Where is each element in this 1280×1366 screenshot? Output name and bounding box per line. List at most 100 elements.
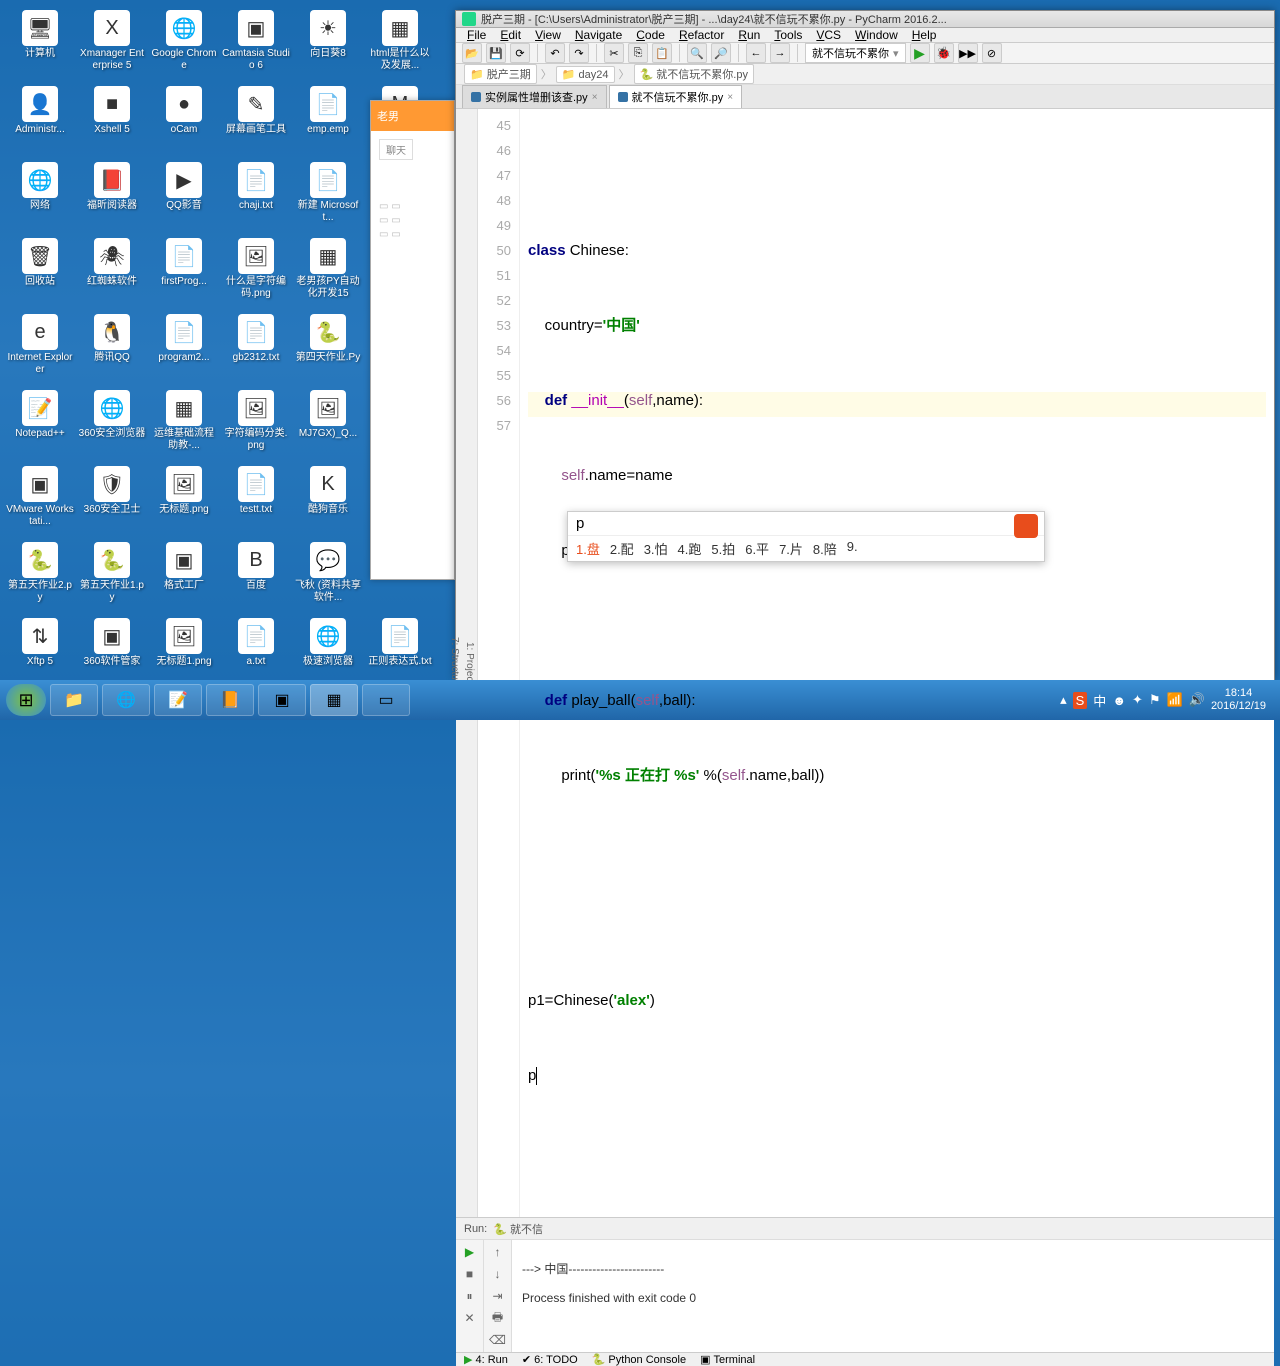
ime-candidate[interactable]: 3.怕 <box>644 539 668 558</box>
ime-candidate[interactable]: 9. <box>847 539 858 558</box>
desktop-icon[interactable]: 🌐360安全浏览器 <box>76 388 148 464</box>
desktop-icon[interactable]: eInternet Explorer <box>4 312 76 388</box>
run-tab[interactable]: ▶4: Run <box>464 1353 508 1366</box>
ime-candidate[interactable]: 4.跑 <box>678 539 702 558</box>
ime-candidate[interactable]: 8.陪 <box>813 539 837 558</box>
ime-candidate[interactable]: 7.片 <box>779 539 803 558</box>
task-chrome[interactable]: 🌐 <box>102 684 150 716</box>
desktop-icon[interactable]: 📕福昕阅读器 <box>76 160 148 236</box>
back-icon[interactable]: ← <box>746 43 766 63</box>
desktop-icon[interactable]: 🖼无标题.png <box>148 464 220 540</box>
redo-icon[interactable]: ↷ <box>569 43 589 63</box>
ime-candidate[interactable]: 6.平 <box>745 539 769 558</box>
desktop-icon[interactable]: 🖼字符编码分类.png <box>220 388 292 464</box>
breadcrumb-item[interactable]: 🐍 就不信玩不累你.py <box>634 64 754 84</box>
menu-refactor[interactable]: Refactor <box>672 28 731 42</box>
desktop-icon[interactable]: 🖼什么是字符编码.png <box>220 236 292 312</box>
desktop-icon[interactable]: 📄emp.emp <box>292 84 364 160</box>
menu-edit[interactable]: Edit <box>493 28 528 42</box>
desktop-icon[interactable]: XXmanager Enterprise 5 <box>76 8 148 84</box>
desktop-icon[interactable]: ▶QQ影音 <box>148 160 220 236</box>
desktop-icon[interactable]: ✎屏幕画笔工具 <box>220 84 292 160</box>
stop-icon[interactable]: ⊘ <box>982 43 1002 63</box>
down-icon[interactable]: ↓ <box>490 1266 506 1282</box>
editor-tab[interactable]: 就不信玩不累你.py× <box>609 85 743 108</box>
terminal-tab[interactable]: ▣ Terminal <box>700 1353 755 1366</box>
menu-window[interactable]: Window <box>848 28 905 42</box>
menu-code[interactable]: Code <box>629 28 672 42</box>
todo-tab[interactable]: ✔ 6: TODO <box>522 1353 578 1366</box>
project-tool-tab[interactable]: 1: Project <box>462 113 477 1213</box>
desktop-icon[interactable]: B百度 <box>220 540 292 616</box>
desktop-icon[interactable]: ●oCam <box>148 84 220 160</box>
desktop-icon[interactable]: ■Xshell 5 <box>76 84 148 160</box>
print-icon[interactable]: 🖶 <box>490 1310 506 1326</box>
desktop-icon[interactable]: 📄新建 Microsoft... <box>292 160 364 236</box>
editor-tab[interactable]: 实例属性增删该查.py× <box>462 85 607 108</box>
menu-navigate[interactable]: Navigate <box>568 28 629 42</box>
desktop-icon[interactable]: ▦运维基础流程助教-... <box>148 388 220 464</box>
find-icon[interactable]: 🔍 <box>687 43 707 63</box>
desktop-icon[interactable]: 🌐网络 <box>4 160 76 236</box>
run-config-select[interactable]: 就不信玩不累你 ▾ <box>805 43 906 63</box>
desktop-icon[interactable]: 🌐Google Chrome <box>148 8 220 84</box>
task-editor[interactable]: 📝 <box>154 684 202 716</box>
desktop-icon[interactable]: 📄chaji.txt <box>220 160 292 236</box>
desktop-icon[interactable]: 💬飞秋 (资料共享软件... <box>292 540 364 616</box>
menu-vcs[interactable]: VCS <box>809 28 848 42</box>
code-editor[interactable]: 45464748495051525354555657 class Chinese… <box>478 109 1274 1217</box>
task-other[interactable]: ▭ <box>362 684 410 716</box>
structure-tool-tab[interactable]: 7: Structure <box>447 113 462 1213</box>
rerun-icon[interactable]: ▶ <box>462 1244 478 1260</box>
close-run-icon[interactable]: ✕ <box>462 1310 478 1326</box>
ime-candidate[interactable]: 1.盘 <box>576 539 600 558</box>
desktop-icon[interactable]: 📄gb2312.txt <box>220 312 292 388</box>
desktop-icon[interactable]: 📄firstProg... <box>148 236 220 312</box>
desktop-icon[interactable]: 🐧腾讯QQ <box>76 312 148 388</box>
desktop-icon[interactable]: 📄program2... <box>148 312 220 388</box>
forward-icon[interactable]: → <box>770 43 790 63</box>
desktop-icon[interactable]: 🐍第五天作业2.py <box>4 540 76 616</box>
desktop-icon[interactable]: ▦html是什么以及发展... <box>364 8 436 84</box>
desktop-icon[interactable]: 📝Notepad++ <box>4 388 76 464</box>
desktop-icon[interactable]: 🗑回收站 <box>4 236 76 312</box>
run-panel-tab[interactable]: 🐍 就不信 <box>493 1221 543 1237</box>
copy-icon[interactable]: ⎘ <box>628 43 648 63</box>
menu-help[interactable]: Help <box>905 28 944 42</box>
replace-icon[interactable]: 🔎 <box>711 43 731 63</box>
breadcrumb-item[interactable]: 📁 脱产三期 <box>464 64 537 84</box>
menu-view[interactable]: View <box>528 28 568 42</box>
desktop-icon[interactable]: 🛡360安全卫士 <box>76 464 148 540</box>
desktop-icon[interactable]: ☀向日葵8 <box>292 8 364 84</box>
undo-icon[interactable]: ↶ <box>545 43 565 63</box>
ime-candidate[interactable]: 5.拍 <box>711 539 735 558</box>
paste-icon[interactable]: 📋 <box>652 43 672 63</box>
start-button[interactable]: ⊞ <box>6 684 46 716</box>
ime-popup[interactable]: p 1.盘2.配3.怕4.跑5.拍6.平7.片8.陪9. <box>567 511 1045 562</box>
desktop-icon[interactable]: ▣Camtasia Studio 6 <box>220 8 292 84</box>
pause-icon[interactable]: ⏸ <box>462 1288 478 1304</box>
cut-icon[interactable]: ✂ <box>604 43 624 63</box>
save-icon[interactable]: 💾 <box>486 43 506 63</box>
task-pycharm[interactable]: ▦ <box>310 684 358 716</box>
desktop-icon[interactable]: 🖥计算机 <box>4 8 76 84</box>
desktop-icon[interactable]: 🖼MJ7GX)_Q... <box>292 388 364 464</box>
desktop-icon[interactable]: ▣格式工厂 <box>148 540 220 616</box>
stop-run-icon[interactable]: ■ <box>462 1266 478 1282</box>
desktop-icon[interactable]: ▦老男孩PY自动化开发15 <box>292 236 364 312</box>
desktop-icon[interactable]: 👤Administr... <box>4 84 76 160</box>
desktop-icon[interactable]: 🕷红蜘蛛软件 <box>76 236 148 312</box>
bg-tab[interactable]: 聊天 <box>379 139 413 160</box>
wrap-icon[interactable]: ⇥ <box>490 1288 506 1304</box>
sync-icon[interactable]: ⟳ <box>510 43 530 63</box>
task-powerpoint[interactable]: 📙 <box>206 684 254 716</box>
run-icon[interactable]: ▶ <box>910 43 930 63</box>
debug-icon[interactable]: 🐞 <box>934 43 954 63</box>
desktop-icon[interactable]: 📄testt.txt <box>220 464 292 540</box>
run-output[interactable]: ---> 中国------------------------ Process … <box>512 1240 1274 1352</box>
close-tab-icon[interactable]: × <box>592 92 598 103</box>
title-bar[interactable]: 脱产三期 - [C:\Users\Administrator\脱产三期] - .… <box>456 11 1274 28</box>
close-tab-icon[interactable]: × <box>727 92 733 103</box>
python-console-tab[interactable]: 🐍 Python Console <box>592 1353 686 1366</box>
desktop-icon[interactable]: K酷狗音乐 <box>292 464 364 540</box>
